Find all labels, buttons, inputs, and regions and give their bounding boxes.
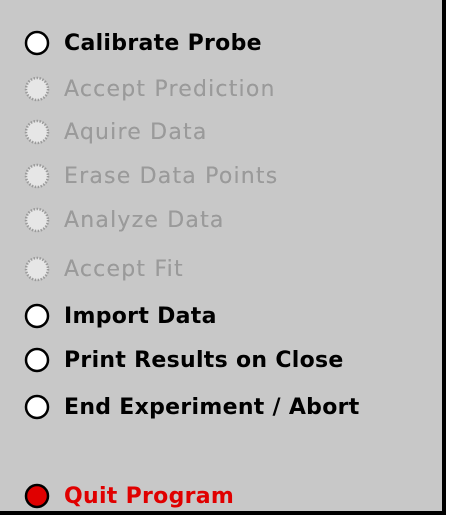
option-print-results-on-close[interactable]: Print Results on Close [24, 343, 344, 377]
option-accept-fit[interactable]: Accept Fit [24, 252, 184, 286]
option-label: End Experiment / Abort [64, 394, 360, 420]
option-label: Erase Data Points [64, 163, 279, 189]
radio-button-icon[interactable] [24, 303, 50, 329]
option-label: Quit Program [64, 483, 235, 509]
option-label: Print Results on Close [64, 347, 344, 373]
option-label: Analyze Data [64, 207, 225, 233]
option-label: Aquire Data [64, 119, 208, 145]
radio-button-icon [24, 256, 50, 282]
option-accept-prediction[interactable]: Accept Prediction [24, 72, 276, 106]
radio-button-icon[interactable] [24, 347, 50, 373]
radio-button-icon [24, 76, 50, 102]
option-label: Import Data [64, 303, 217, 329]
option-label: Accept Fit [64, 256, 184, 282]
radio-button-selected-icon[interactable] [24, 483, 50, 509]
option-analyze-data[interactable]: Analyze Data [24, 203, 225, 237]
option-calibrate-probe[interactable]: Calibrate Probe [24, 26, 262, 60]
option-end-experiment-abort[interactable]: End Experiment / Abort [24, 390, 360, 424]
option-erase-data-points[interactable]: Erase Data Points [24, 159, 278, 193]
radio-button-icon [24, 163, 50, 189]
radio-button-icon[interactable] [24, 394, 50, 420]
radio-button-icon [24, 119, 50, 145]
radio-button-icon [24, 207, 50, 233]
radio-button-icon[interactable] [24, 30, 50, 56]
option-import-data[interactable]: Import Data [24, 299, 217, 333]
option-label: Calibrate Probe [64, 30, 262, 56]
option-aquire-data[interactable]: Aquire Data [24, 115, 208, 149]
option-panel: Calibrate Probe Accept Prediction Aquire… [0, 0, 446, 515]
option-quit-program[interactable]: Quit Program [24, 479, 234, 513]
option-label: Accept Prediction [64, 76, 276, 102]
